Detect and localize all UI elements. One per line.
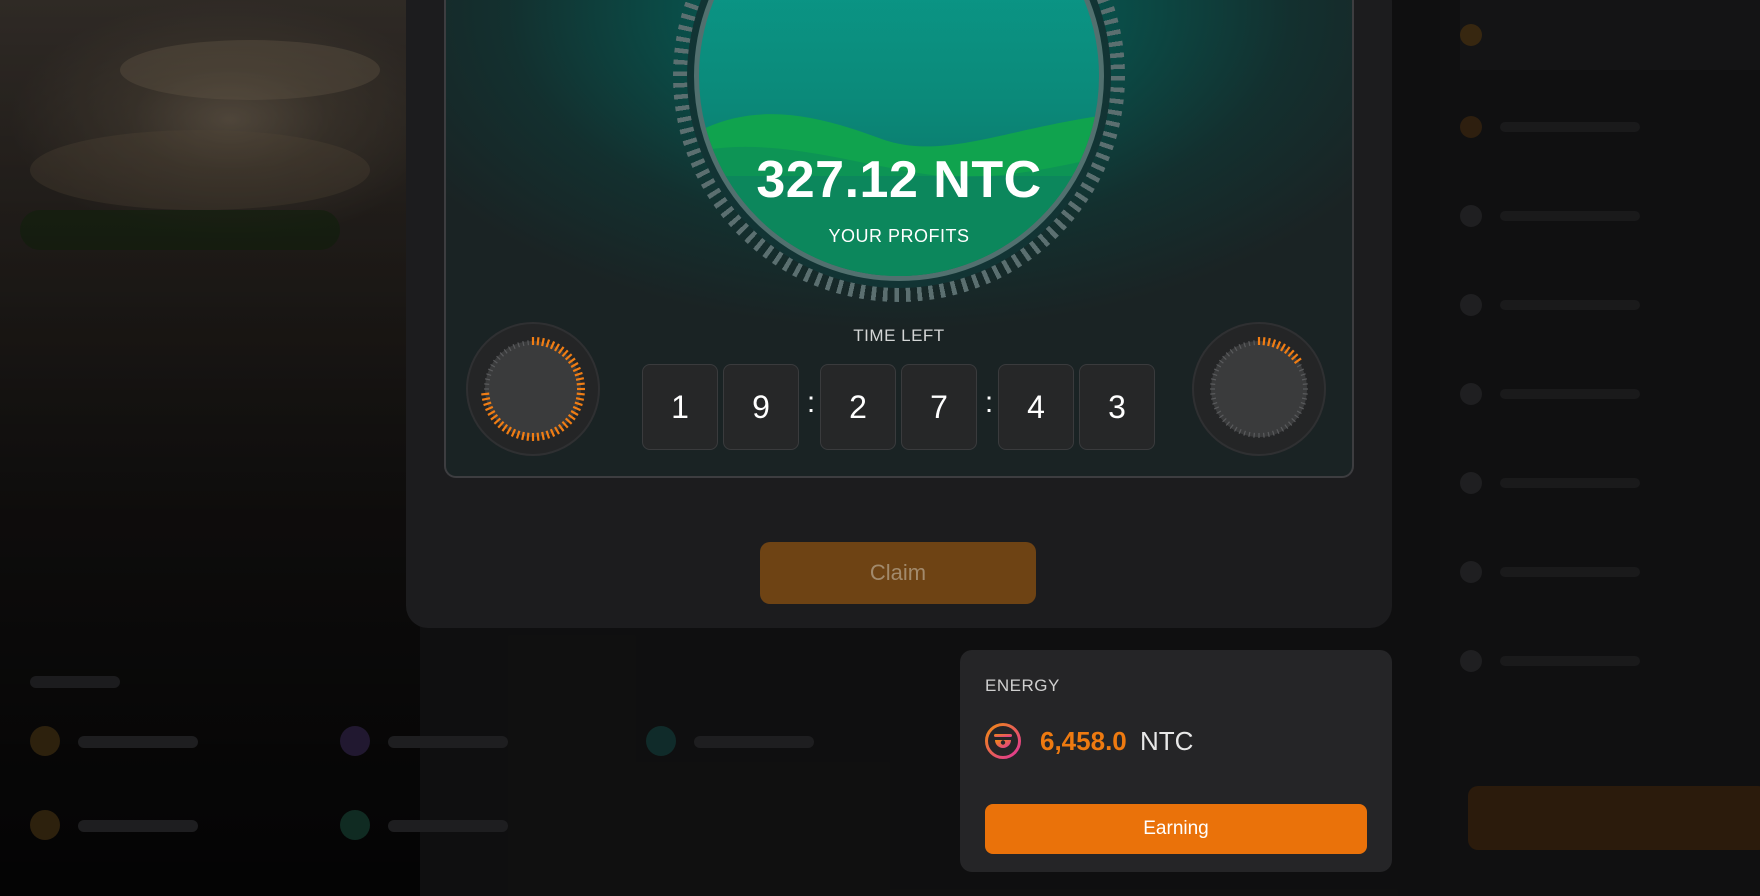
energy-label: ENERGY [985, 676, 1060, 695]
energy-unit: NTC [1140, 726, 1194, 756]
timer-digit: 3 [1079, 364, 1155, 450]
earning-button[interactable]: Earning [985, 804, 1367, 854]
profit-label: YOUR PROFITS [828, 226, 970, 246]
token-icon [985, 723, 1021, 759]
energy-card: ENERGY 6,458.0 NTC Earning [960, 650, 1392, 872]
profit-panel: 327.12 NTC YOUR PROFITS TIME LEFT 1 9 : … [444, 0, 1354, 478]
timer-digit: 9 [723, 364, 799, 450]
profit-value: 327.12 NTC [756, 151, 1042, 209]
timer-separator: : [984, 386, 994, 419]
timer-digit: 1 [642, 364, 718, 450]
timer-digit: 7 [901, 364, 977, 450]
timer-digit: 2 [820, 364, 896, 450]
right-dial-icon [1192, 322, 1326, 456]
claim-button[interactable]: Claim [760, 542, 1036, 604]
timer-digit: 4 [998, 364, 1074, 450]
energy-value: 6,458.0 [1040, 726, 1127, 756]
mining-card: 327.12 NTC YOUR PROFITS TIME LEFT 1 9 : … [406, 0, 1392, 628]
timer-separator: : [806, 386, 816, 419]
